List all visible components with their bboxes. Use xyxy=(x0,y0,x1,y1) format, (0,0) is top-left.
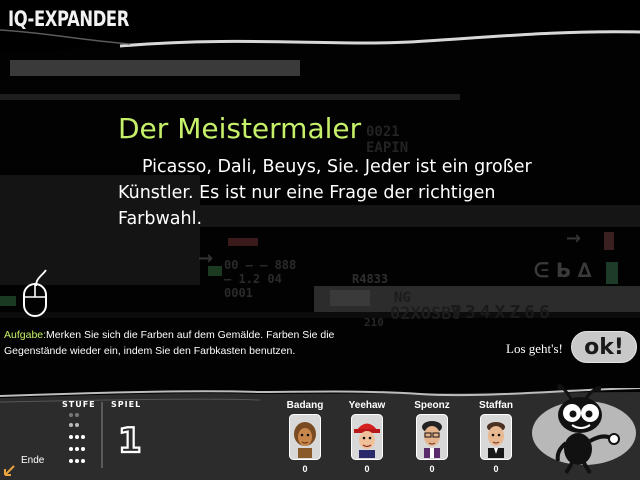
panel-divider xyxy=(101,402,103,468)
player-score: 0 xyxy=(302,464,308,474)
player-card: Staffan 0 xyxy=(471,400,521,478)
player-score: 0 xyxy=(364,464,370,474)
player-name: Staffan xyxy=(479,400,513,411)
ant-mascot-icon[interactable] xyxy=(532,383,636,475)
intro-text: Picasso, Dali, Beuys, Sie. Jeder ist ein… xyxy=(118,157,532,229)
player-avatar xyxy=(480,414,512,460)
player-card: Speonz 0 xyxy=(407,400,457,478)
end-button[interactable]: Ende xyxy=(21,455,44,466)
level-indicator xyxy=(69,413,85,463)
mouse-icon xyxy=(23,269,47,317)
player-score: 0 xyxy=(493,464,499,474)
task-text: Merken Sie sich die Farben auf dem Gemäl… xyxy=(4,329,335,357)
game-label: SPIEL xyxy=(111,400,142,409)
svg-text:1: 1 xyxy=(118,421,142,458)
player-score: 0 xyxy=(429,464,435,474)
player-name: Badang xyxy=(286,400,324,411)
player-avatar xyxy=(416,414,448,460)
player-avatar xyxy=(289,414,321,460)
page-title: Der Meistermaler xyxy=(118,112,362,145)
game-number: 1 xyxy=(117,420,142,458)
player-card: Yeehaw 0 xyxy=(342,400,392,478)
go-label: Los geht's! xyxy=(506,341,563,356)
ok-button[interactable]: ok! xyxy=(571,331,637,363)
game-screen: 0021 EAPIN 00 – – 888– 1.2 04 0001 R4833 N… xyxy=(0,0,640,480)
level-label: STUFE xyxy=(62,400,96,409)
player-card: Badang 0 xyxy=(280,400,330,478)
task-label: Aufgabe: xyxy=(4,329,47,341)
corner-arrow-icon[interactable] xyxy=(4,464,16,476)
app-logo: IQ-EXPANDER xyxy=(8,7,129,31)
task-description: Aufgabe:Merken Sie sich die Farben auf d… xyxy=(4,327,354,359)
player-name: Speonz xyxy=(414,400,450,411)
player-name: Yeehaw xyxy=(348,400,386,411)
player-avatar xyxy=(351,414,383,460)
header-bar: IQ-EXPANDER xyxy=(0,0,640,52)
